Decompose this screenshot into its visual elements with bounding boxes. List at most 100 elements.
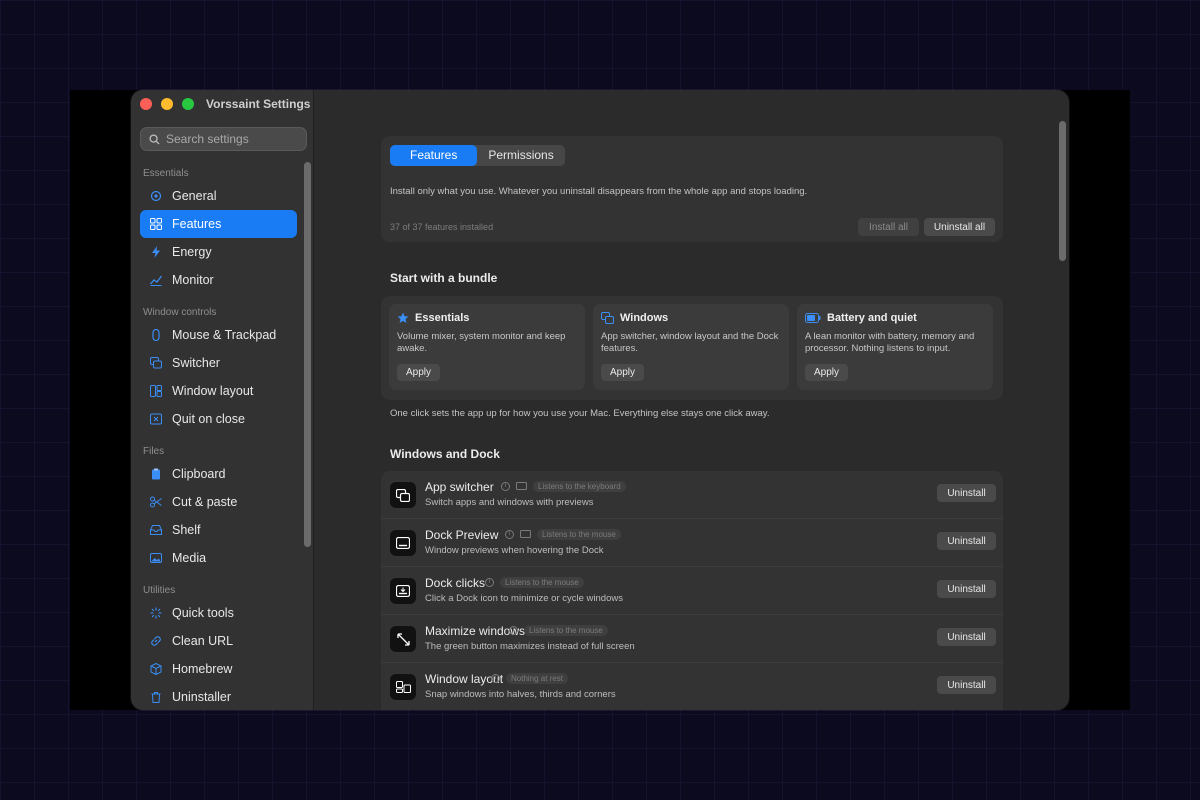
bundles-note: One click sets the app up for how you us… bbox=[390, 408, 770, 419]
info-icon[interactable]: i bbox=[509, 626, 518, 635]
features-summary-card: Features Permissions Install only what y… bbox=[381, 136, 1003, 242]
feature-row-dock-clicks: Dock clicks i Listens to the mouse Click… bbox=[381, 567, 1003, 615]
feature-row-window-layout: Window layout i Nothing at rest Snap win… bbox=[381, 663, 1003, 710]
info-icon[interactable]: i bbox=[491, 674, 500, 683]
uninstall-window-layout-button[interactable]: Uninstall bbox=[937, 676, 996, 694]
feature-description: Switch apps and windows with previews bbox=[425, 497, 594, 508]
sidebar-item-label: Features bbox=[172, 217, 222, 231]
uninstall-maximize-windows-button[interactable]: Uninstall bbox=[937, 628, 996, 646]
search-icon bbox=[149, 133, 160, 145]
listener-tag: Listens to the mouse bbox=[524, 625, 608, 636]
feature-description: Click a Dock icon to minimize or cycle w… bbox=[425, 593, 623, 604]
sidebar-item-features[interactable]: Features bbox=[140, 210, 297, 238]
sidebar-item-switcher[interactable]: Switcher bbox=[140, 349, 297, 377]
dock-clicks-icon bbox=[390, 578, 416, 604]
apply-windows-button[interactable]: Apply bbox=[601, 364, 645, 381]
windows-dock-feature-list: App switcher i Listens to the keyboard S… bbox=[381, 471, 1003, 710]
trash-icon bbox=[150, 691, 162, 703]
info-icon[interactable]: i bbox=[501, 482, 510, 491]
sidebar-item-label: Clean URL bbox=[172, 634, 234, 648]
sidebar-item-label: Quit on close bbox=[172, 412, 245, 426]
sidebar-item-clean-url[interactable]: Clean URL bbox=[140, 627, 297, 655]
listener-tag: Listens to the mouse bbox=[500, 577, 584, 588]
sidebar-item-uninstaller[interactable]: Uninstaller bbox=[140, 683, 297, 710]
sidebar-item-label: Quick tools bbox=[172, 606, 234, 620]
sidebar-nav: Essentials General Features Energy Monit… bbox=[131, 166, 306, 710]
apply-essentials-button[interactable]: Apply bbox=[397, 364, 441, 381]
sidebar-item-quit-on-close[interactable]: Quit on close bbox=[140, 405, 297, 433]
tab-permissions[interactable]: Permissions bbox=[477, 145, 564, 166]
uninstall-app-switcher-button[interactable]: Uninstall bbox=[937, 484, 996, 502]
bundle-description: Volume mixer, system monitor and keep aw… bbox=[397, 331, 566, 354]
sidebar-item-label: Media bbox=[172, 551, 207, 565]
sidebar-scrollbar[interactable] bbox=[304, 162, 311, 547]
bundle-battery-quiet: Battery and quiet A lean monitor with ba… bbox=[797, 304, 993, 390]
sidebar-item-homebrew[interactable]: Homebrew bbox=[140, 655, 297, 683]
install-all-button[interactable]: Install all bbox=[858, 218, 919, 236]
app-switcher-icon bbox=[390, 482, 416, 508]
tab-features[interactable]: Features bbox=[390, 145, 478, 166]
feature-description: Window previews when hovering the Dock bbox=[425, 545, 604, 556]
sidebar-item-label: Window layout bbox=[172, 384, 254, 398]
bundle-windows: Windows App switcher, window layout and … bbox=[593, 304, 789, 390]
cube-icon bbox=[150, 663, 162, 675]
sidebar-item-window-layout[interactable]: Window layout bbox=[140, 377, 297, 405]
zoom-window-button[interactable] bbox=[182, 98, 194, 110]
close-window-button[interactable] bbox=[140, 98, 152, 110]
switcher-icon bbox=[150, 357, 162, 369]
sidebar-item-energy[interactable]: Energy bbox=[140, 238, 297, 266]
scissors-icon bbox=[150, 496, 162, 508]
bundles-card: Essentials Volume mixer, system monitor … bbox=[381, 296, 1003, 400]
sidebar-item-label: Cut & paste bbox=[172, 495, 238, 509]
bundles-heading: Start with a bundle bbox=[390, 271, 498, 285]
bundle-essentials: Essentials Volume mixer, system monitor … bbox=[389, 304, 585, 390]
sidebar-item-mouse-trackpad[interactable]: Mouse & Trackpad bbox=[140, 321, 297, 349]
feature-row-app-switcher: App switcher i Listens to the keyboard S… bbox=[381, 471, 1003, 519]
bundle-description: A lean monitor with battery, memory and … bbox=[805, 331, 975, 354]
feature-name: Dock clicks bbox=[425, 576, 486, 590]
uninstall-all-button[interactable]: Uninstall all bbox=[924, 218, 995, 236]
sidebar-item-media[interactable]: Media bbox=[140, 544, 297, 572]
bolt-icon bbox=[150, 246, 162, 258]
uninstall-dock-preview-button[interactable]: Uninstall bbox=[937, 532, 996, 550]
features-description: Install only what you use. Whatever you … bbox=[390, 186, 808, 197]
sidebar-group-essentials: Essentials bbox=[143, 168, 189, 179]
window-controls bbox=[140, 98, 194, 110]
sidebar-item-label: Monitor bbox=[172, 273, 214, 287]
sidebar-item-shelf[interactable]: Shelf bbox=[140, 516, 297, 544]
search-box[interactable] bbox=[140, 127, 307, 151]
sidebar-group-utilities: Utilities bbox=[143, 585, 176, 596]
screen-icon bbox=[520, 530, 531, 538]
sidebar-item-monitor[interactable]: Monitor bbox=[140, 266, 297, 294]
battery-icon bbox=[805, 313, 821, 323]
listener-tag: Listens to the keyboard bbox=[533, 481, 626, 492]
tray-icon bbox=[150, 524, 162, 536]
minimize-window-button[interactable] bbox=[161, 98, 173, 110]
window-layout-icon bbox=[390, 674, 416, 700]
sidebar-item-cut-paste[interactable]: Cut & paste bbox=[140, 488, 297, 516]
sidebar-item-clipboard[interactable]: Clipboard bbox=[140, 460, 297, 488]
sidebar-item-label: Homebrew bbox=[172, 662, 233, 676]
maximize-icon bbox=[390, 626, 416, 652]
sidebar-item-quick-tools[interactable]: Quick tools bbox=[140, 599, 297, 627]
search-input[interactable] bbox=[166, 132, 296, 146]
apply-battery-quiet-button[interactable]: Apply bbox=[805, 364, 849, 381]
info-icon[interactable]: i bbox=[485, 578, 494, 587]
sidebar: Vorssaint Settings Essentials General Fe… bbox=[131, 90, 314, 710]
listener-tag: Listens to the mouse bbox=[537, 529, 621, 540]
link-icon bbox=[150, 635, 162, 647]
uninstall-dock-clicks-button[interactable]: Uninstall bbox=[937, 580, 996, 598]
sidebar-item-label: Energy bbox=[172, 245, 212, 259]
main-scrollbar[interactable] bbox=[1059, 121, 1066, 261]
segmented-control: Features Permissions bbox=[390, 145, 565, 166]
sidebar-item-general[interactable]: General bbox=[140, 182, 297, 210]
feature-name: Dock Preview bbox=[425, 528, 499, 542]
sidebar-group-window-controls: Window controls bbox=[143, 307, 217, 318]
settings-window: Vorssaint Settings Essentials General Fe… bbox=[131, 90, 1069, 710]
listener-tag: Nothing at rest bbox=[506, 673, 569, 684]
info-icon[interactable]: i bbox=[505, 530, 514, 539]
sidebar-item-label: Uninstaller bbox=[172, 690, 232, 704]
feature-row-maximize-windows: Maximize windows i Listens to the mouse … bbox=[381, 615, 1003, 663]
feature-description: The green button maximizes instead of fu… bbox=[425, 641, 635, 652]
installed-count: 37 of 37 features installed bbox=[390, 222, 494, 232]
